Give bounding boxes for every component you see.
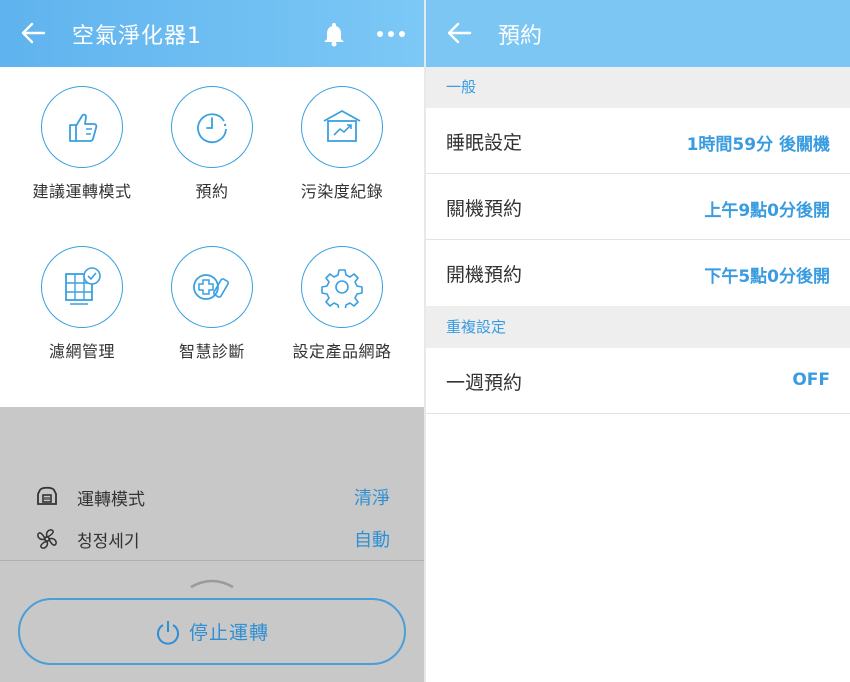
bell-icon[interactable] (322, 21, 346, 47)
setting-row-sleep[interactable]: 睡眠設定 1時間59分 後關機 (426, 108, 850, 174)
menu-label: 污染度紀錄 (300, 182, 384, 201)
menu-label: 預約 (195, 182, 229, 201)
menu-smart-diagnosis[interactable]: 智慧診斷 (147, 246, 277, 362)
menu-icon-circle (171, 246, 253, 328)
setting-label: 開機預約 (446, 264, 523, 286)
setting-value: OFF (792, 370, 830, 390)
reservation-panel: 預約 一般 睡眠設定 1時間59分 後關機 關機預約 上午9點0分後開 開機預約… (426, 0, 850, 682)
more-icon[interactable] (376, 30, 406, 38)
divider (0, 560, 424, 561)
status-value: 自動 (354, 530, 390, 551)
power-icon (156, 620, 179, 645)
arrow-left-icon[interactable] (446, 20, 472, 46)
setting-label: 關機預約 (446, 198, 523, 220)
page-title: 空氣淨化器1 (72, 24, 202, 49)
setting-value: 下午5點0分後開 (704, 267, 830, 287)
chevron-up-icon[interactable] (189, 575, 235, 589)
feature-grid: 建議運轉模式 預約 污染度紀錄 濾網管理 智慧診斷 設定產品網路 (0, 67, 424, 407)
menu-label: 設定產品網路 (292, 342, 392, 361)
device-header: 空氣淨化器1 (0, 0, 424, 67)
mode-icon (37, 486, 57, 505)
menu-icon-circle (171, 86, 253, 168)
menu-icon-circle (301, 246, 383, 328)
menu-label: 建議運轉模式 (32, 182, 132, 201)
setting-value: 上午9點0分後開 (704, 201, 830, 221)
setting-row-weekly[interactable]: 一週預約 OFF (426, 348, 850, 414)
menu-recommended-mode[interactable]: 建議運轉模式 (17, 86, 147, 202)
menu-icon-circle (41, 86, 123, 168)
status-label: 청정세기 (77, 532, 140, 552)
device-panel: 空氣淨化器1 建議運轉模式 預約 污染度紀錄 濾網管理 智慧診斷 設定產品網路 … (0, 0, 424, 682)
section-header-general: 一般 (426, 67, 850, 108)
menu-filter-management[interactable]: 濾網管理 (17, 246, 147, 362)
menu-label: 智慧診斷 (178, 342, 245, 361)
section-header-repeat: 重複設定 (426, 306, 850, 348)
gear-icon (321, 269, 363, 308)
arrow-left-icon[interactable] (20, 20, 46, 46)
status-label: 運轉模式 (77, 490, 145, 510)
stop-operation-button[interactable]: 停止運轉 (18, 598, 406, 665)
page-title: 預約 (498, 24, 543, 49)
chart-house-icon (323, 110, 361, 142)
menu-label: 濾網管理 (48, 342, 115, 361)
menu-icon-circle (41, 246, 123, 328)
menu-reservation[interactable]: 預約 (147, 86, 277, 202)
fan-icon (37, 529, 57, 549)
menu-network-setup[interactable]: 設定產品網路 (277, 246, 407, 362)
setting-label: 一週預約 (446, 372, 523, 394)
setting-row-off-timer[interactable]: 關機預約 上午9點0分後開 (426, 174, 850, 240)
reservation-header: 預約 (426, 0, 850, 67)
setting-value: 1時間59分 後關機 (686, 135, 830, 155)
stop-button-label: 停止運轉 (188, 622, 269, 644)
menu-icon-circle (301, 86, 383, 168)
menu-pollution-record[interactable]: 污染度紀錄 (277, 86, 407, 202)
setting-label: 睡眠設定 (446, 132, 523, 154)
status-value: 清淨 (354, 488, 390, 509)
thumbs-up-icon (69, 113, 98, 142)
status-row-fan[interactable]: 청정세기 自動 (34, 524, 390, 554)
filter-check-icon (65, 267, 101, 305)
status-row-mode[interactable]: 運轉模式 清淨 (34, 482, 390, 512)
clock-icon (197, 113, 227, 144)
setting-row-on-timer[interactable]: 開機預約 下午5點0分後開 (426, 240, 850, 306)
status-drawer: 運轉模式 清淨 청정세기 自動 停止運轉 (0, 407, 424, 682)
smart-diagnosis-icon (193, 274, 230, 300)
